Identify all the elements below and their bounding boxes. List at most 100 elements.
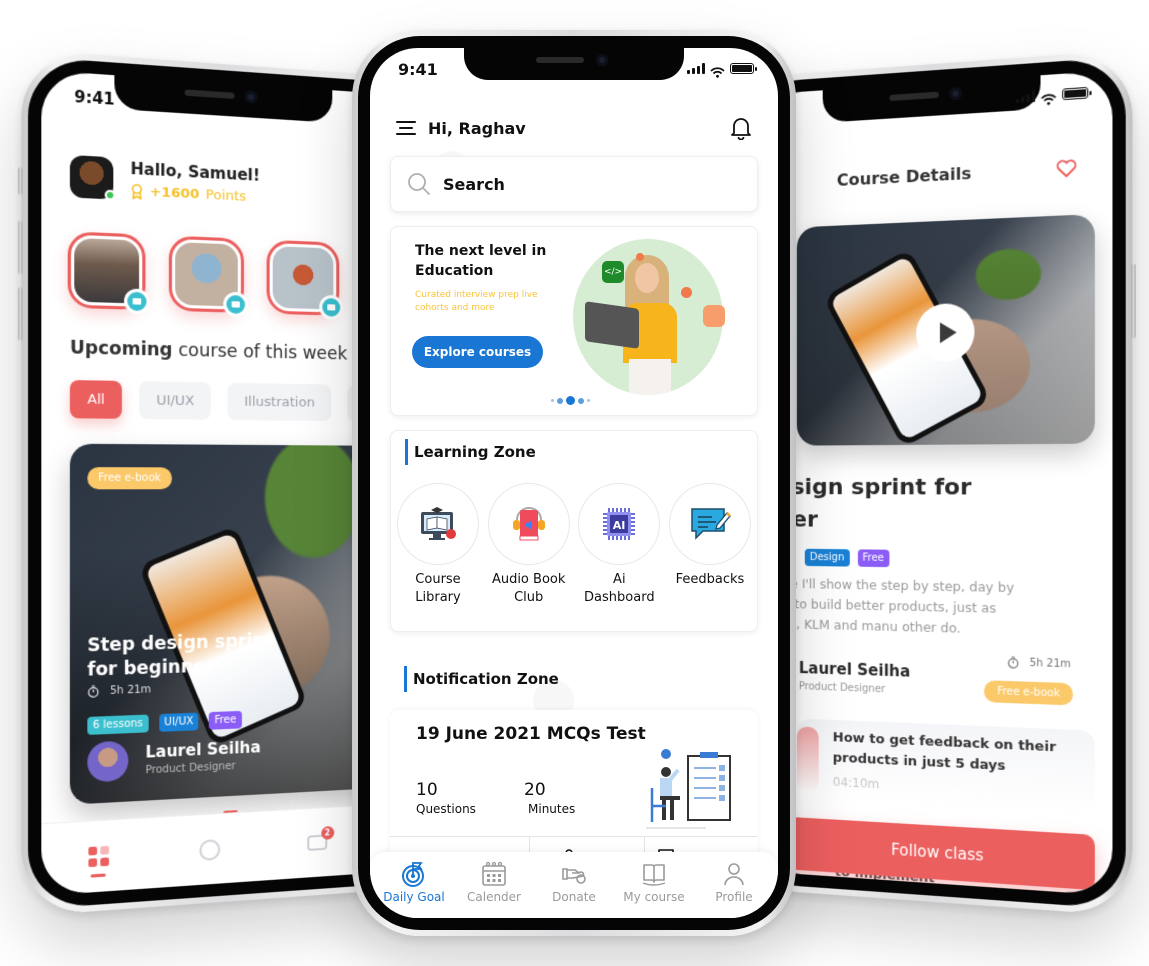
course-duration: 5h 21m [1007, 656, 1071, 671]
lesson-title: How to get feedback on their products in… [832, 730, 1056, 775]
top-bar: Hi, Raghav [396, 116, 752, 140]
author-role: Product Designer [798, 681, 886, 696]
heart-icon[interactable] [1056, 158, 1078, 180]
decor-dot [681, 287, 692, 298]
book-icon [642, 863, 666, 886]
notification-zone-title: Notification Zone [404, 666, 559, 692]
course-description: ourse I'll show the step by step, day by… [763, 573, 1073, 642]
course-card[interactable]: Free e-book Step design sprint for begin… [69, 443, 372, 805]
learning-zone-title: Learning Zone [405, 439, 536, 465]
wifi-icon [710, 63, 725, 78]
search-icon [408, 173, 430, 195]
author-avatar [87, 740, 129, 783]
search-input[interactable] [443, 174, 643, 194]
calendar-icon [482, 861, 506, 886]
section-title: Upcoming course of this week [70, 338, 347, 365]
story-item[interactable] [67, 231, 150, 315]
signal-icon [1015, 90, 1036, 104]
menu-icon[interactable] [396, 121, 416, 135]
status-icons [687, 63, 757, 78]
mute-switch [18, 167, 23, 196]
nav-label: Donate [552, 889, 596, 904]
status-time: 9:41 [74, 87, 115, 109]
lesson-duration: 04:10m [832, 774, 880, 792]
course-video[interactable] [796, 214, 1095, 446]
signal-icon [687, 63, 705, 74]
center-phone-screen: 9:41 Hi, Raghav The next level in Educat… [370, 48, 778, 918]
battery-icon [1062, 86, 1089, 101]
section-title-bold: Upcoming [69, 337, 173, 361]
carousel-dot[interactable] [587, 399, 590, 402]
learning-item-label: Ai Dashboard [584, 572, 655, 605]
learning-item-feedbacks[interactable]: Feedbacks [667, 483, 753, 607]
profile-icon [724, 862, 744, 885]
right-phone-mockup: Course Details design sprint for nner De… [740, 49, 1136, 917]
volume-up-button [18, 220, 23, 275]
learning-item-course-library[interactable]: Course Library [395, 483, 481, 607]
learning-item-label: Audio Book Club [491, 572, 566, 605]
learning-item-ai-dashboard[interactable]: AI Ai Dashboard [576, 483, 662, 607]
search-bar[interactable] [390, 156, 758, 212]
greeting: Hallo, Samuel! [130, 159, 261, 185]
mail-icon[interactable]: 2 [306, 825, 334, 852]
learning-zone-card: Learning Zone Course Library Audio Book … [390, 430, 758, 632]
author-role: Product Designer [145, 760, 236, 777]
questions-stat: 10 Questions [416, 780, 476, 816]
filter-chip-all[interactable]: All [69, 380, 123, 419]
course-tags: Design Free [804, 548, 890, 568]
decor-dot [636, 253, 644, 261]
target-icon [402, 861, 424, 887]
svg-text:AI: AI [613, 519, 626, 532]
filter-chip-uiux[interactable]: UI/UX [139, 381, 212, 420]
tag-free: Free [857, 549, 890, 568]
power-button [1131, 263, 1136, 339]
questions-label: Questions [416, 802, 476, 816]
ai-chip-icon: AI [603, 508, 636, 540]
nav-profile[interactable]: Profile [695, 861, 773, 904]
nav-label: Calender [467, 889, 521, 904]
status-time: 9:41 [398, 60, 438, 79]
donate-hand-icon [562, 867, 586, 884]
avatar[interactable] [69, 154, 116, 201]
author-name: Laurel Seilha [798, 658, 911, 681]
center-phone-mockup: 9:41 Hi, Raghav The next level in Educat… [352, 30, 796, 936]
carousel-dot[interactable] [557, 397, 563, 404]
carousel-dot[interactable] [551, 399, 554, 402]
feedback-icon [691, 508, 731, 540]
bottom-nav: Daily Goal Calender Donate My course Pro… [370, 852, 778, 918]
bell-icon[interactable] [730, 116, 752, 140]
filter-chip-illustration[interactable]: Illustration [227, 382, 331, 422]
carousel-dot[interactable] [578, 397, 584, 404]
video-icon [319, 294, 344, 320]
greeting: Hi, Raghav [428, 118, 526, 138]
story-item[interactable] [266, 239, 344, 320]
lesson-item[interactable]: How to get feedback on their products in… [796, 718, 1095, 816]
questions-count: 10 [416, 780, 438, 800]
nav-daily-goal[interactable]: Daily Goal [375, 861, 453, 904]
story-item[interactable] [168, 235, 249, 318]
home-grid-icon[interactable] [87, 845, 109, 868]
compass-icon[interactable] [198, 838, 220, 861]
nav-label: My course [623, 889, 685, 904]
carousel-dot[interactable] [566, 396, 575, 405]
video-icon [124, 288, 150, 315]
tag-uiux: UI/UX [158, 712, 199, 732]
mail-badge: 2 [320, 825, 334, 840]
minutes-label: Minutes [528, 802, 576, 816]
explore-courses-button[interactable]: Explore courses [412, 336, 543, 368]
nav-calender[interactable]: Calender [455, 861, 533, 904]
promo-banner[interactable]: The next level in Education Curated inte… [390, 226, 758, 416]
minutes-count: 20 [524, 780, 546, 800]
wifi-icon [1041, 89, 1057, 106]
ebook-badge[interactable]: Free e-book [984, 680, 1074, 706]
nav-my-course[interactable]: My course [615, 861, 693, 904]
course-duration: 5h 21m [87, 683, 151, 698]
nav-donate[interactable]: Donate [535, 861, 613, 904]
banner-subtitle: Curated interview prep live cohorts and … [415, 290, 538, 313]
stopwatch-icon [87, 685, 99, 698]
test-illustration [646, 749, 731, 829]
course-author: Laurel Seilha Product Designer [799, 659, 910, 696]
learning-item-audio-book-club[interactable]: Audio Book Club [486, 483, 572, 607]
minutes-stat: 20 Minutes [524, 780, 575, 816]
author-name: Laurel Seilha [145, 737, 261, 762]
